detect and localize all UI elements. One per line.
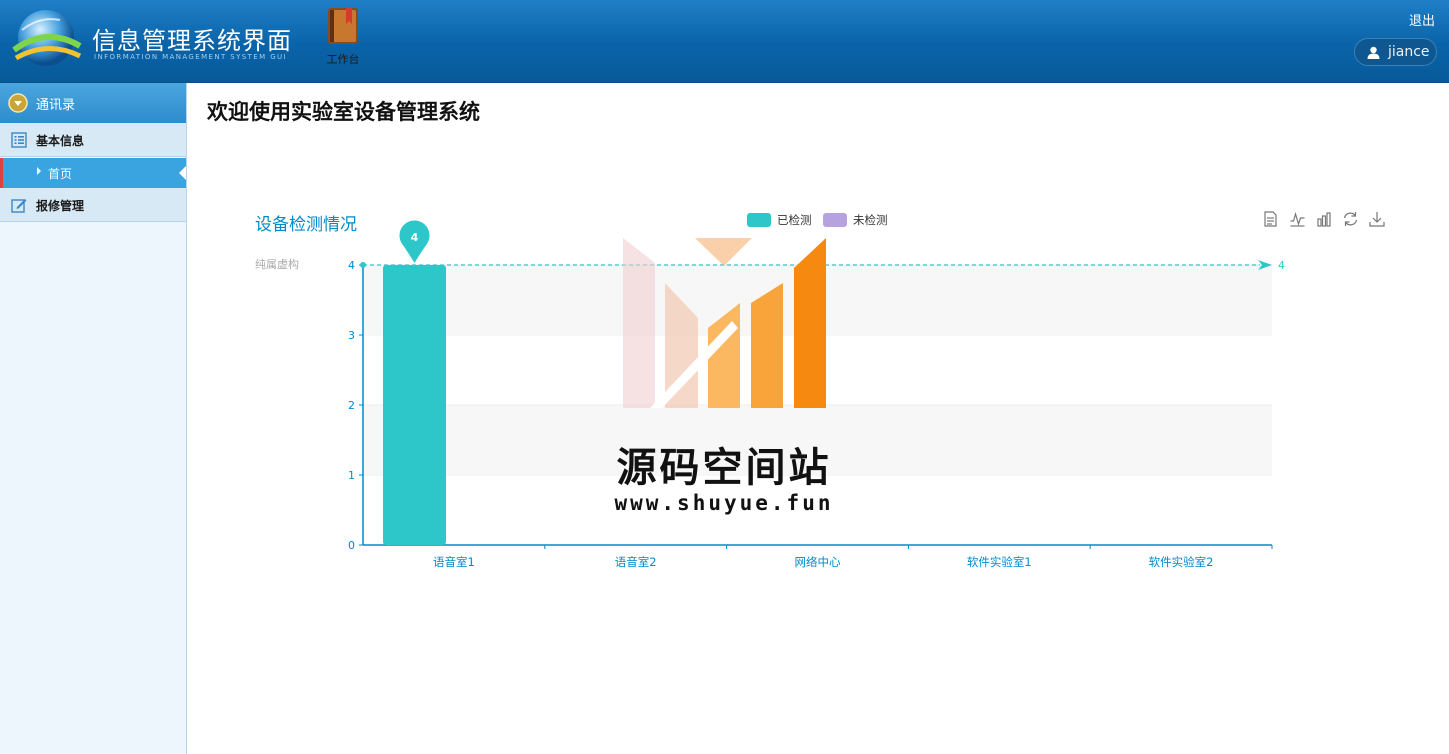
mark-line-label: 4 (1278, 259, 1285, 272)
y-tick-label: 3 (348, 329, 355, 342)
legend-label: 未检测 (853, 213, 888, 227)
sidebar-item-basic-info[interactable]: 基本信息 (0, 123, 186, 157)
line-chart-icon[interactable] (1290, 211, 1305, 227)
globe-logo-icon (12, 10, 82, 66)
x-tick-label: 软件实验室1 (967, 555, 1032, 569)
chart-subtitle: 纯属虚构 (255, 257, 299, 271)
download-icon[interactable] (1369, 212, 1385, 227)
y-tick-label: 0 (348, 539, 355, 552)
sidebar: 通讯录 基本信息 首页 报修管理 (0, 83, 187, 754)
bar-chart: 设备检测情况纯属虚构 0 1 2 3 4 语音室1 语音室2 网络中心 软件实验室1 软件实验室2 4… (255, 211, 1385, 569)
user-menu[interactable]: jiance (1354, 38, 1437, 66)
logout-link[interactable]: 退出 (1395, 10, 1435, 29)
page-title: 欢迎使用实验室设备管理系统 (207, 100, 480, 124)
book-icon (328, 8, 358, 44)
workbench-label: 工作台 (326, 53, 360, 66)
max-pin-label: 4 (411, 231, 419, 244)
legend-swatch (747, 213, 771, 227)
chart-title: 设备检测情况 (255, 215, 357, 235)
y-tick-label: 4 (348, 259, 355, 272)
mark-line-start (360, 262, 366, 268)
legend-swatch (823, 213, 847, 227)
grid-band (363, 265, 1272, 335)
sidebar-header-label: 通讯录 (36, 98, 76, 113)
x-tick-label: 软件实验室2 (1149, 555, 1214, 569)
chart-container: 设备检测情况纯属虚构 0 1 2 3 4 语音室1 语音室2 网络中心 软件实验室1 软件实验室2 4… (188, 190, 1449, 590)
top-header: 信息管理系统界面 INFORMATION MANAGEMENT SYSTEM G… (0, 0, 1449, 83)
x-tick-label: 语音室1 (433, 555, 475, 569)
legend-label: 已检测 (777, 213, 812, 227)
bar-已检测 (383, 265, 446, 545)
data-view-icon[interactable] (1264, 211, 1277, 227)
x-tick-label: 语音室2 (615, 555, 657, 569)
sidebar-item-label: 基本信息 (36, 134, 85, 148)
user-icon (1367, 46, 1380, 59)
workbench-button[interactable]: 工作台 (318, 6, 368, 68)
sidebar-header[interactable]: 通讯录 (0, 83, 186, 123)
sidebar-item-label: 报修管理 (36, 199, 85, 213)
edit-icon (11, 199, 27, 213)
active-indicator (179, 166, 186, 180)
sidebar-item-label: 首页 (48, 167, 73, 181)
bar-chart-icon[interactable] (1317, 212, 1331, 227)
y-tick-label: 2 (348, 399, 355, 412)
app-title: 信息管理系统界面 (92, 27, 292, 55)
x-tick-label: 网络中心 (795, 555, 841, 569)
caret-right-icon (37, 167, 41, 175)
sidebar-item-home[interactable]: 首页 (0, 158, 186, 188)
sidebar-item-repair[interactable]: 报修管理 (0, 188, 186, 222)
username: jiance (1388, 44, 1430, 60)
restore-icon[interactable] (1343, 212, 1358, 226)
grid-band (363, 405, 1272, 475)
y-tick-label: 1 (348, 469, 355, 482)
chevron-down-circle-icon (8, 93, 28, 113)
list-icon (11, 132, 27, 148)
app-subtitle: INFORMATION MANAGEMENT SYSTEM GUI (94, 53, 288, 61)
